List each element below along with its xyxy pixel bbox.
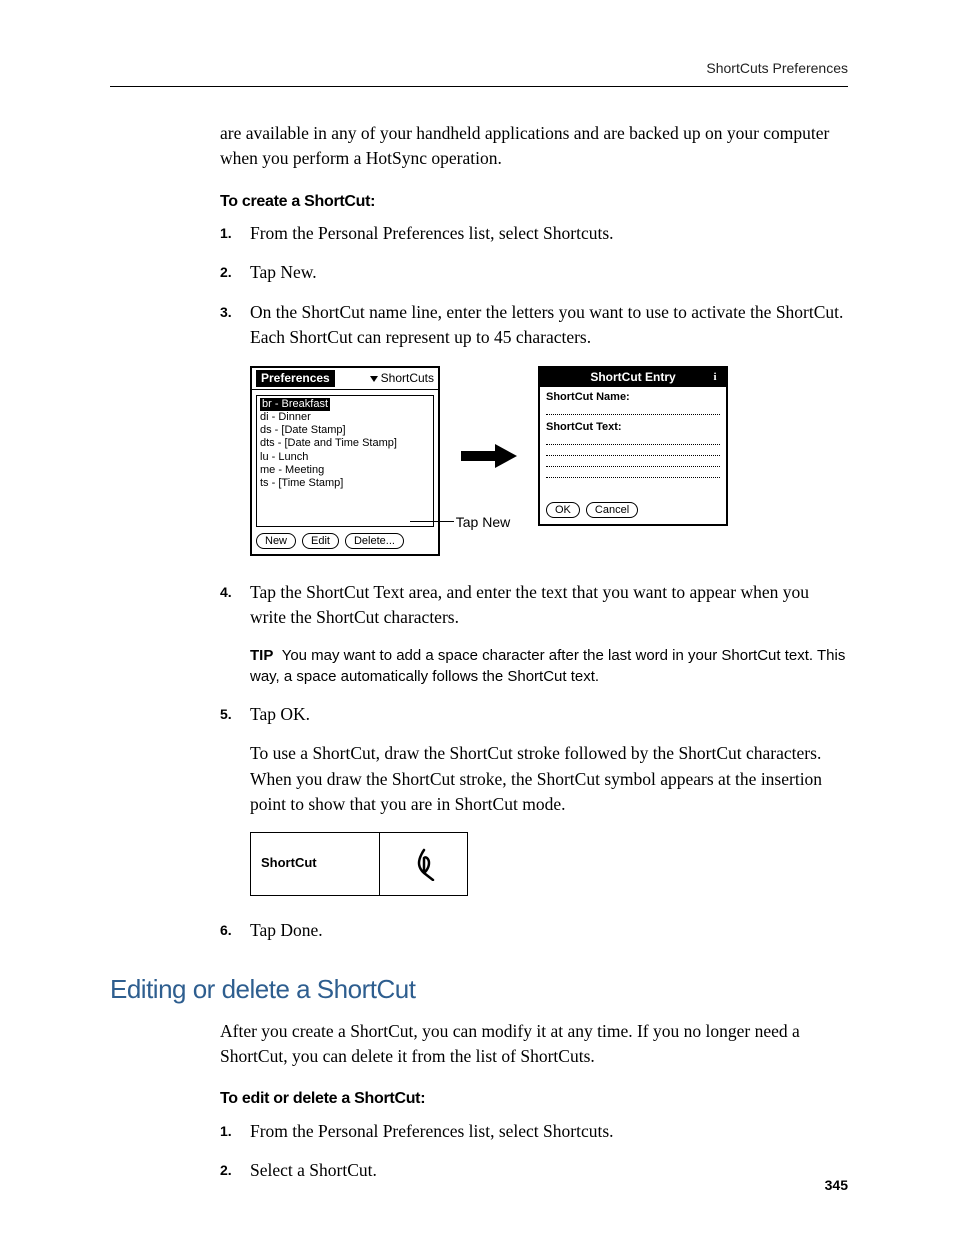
- step-number: 1.: [220, 1121, 232, 1141]
- delete-button[interactable]: Delete...: [345, 533, 404, 549]
- page: ShortCuts Preferences are available in a…: [0, 0, 954, 1235]
- tip-paragraph: TIP You may want to add a space characte…: [250, 645, 848, 689]
- step-text: Tap Done.: [250, 918, 848, 943]
- shortcut-name-label: ShortCut Name:: [546, 391, 720, 404]
- step-number: 1.: [220, 223, 232, 243]
- step-number: 4.: [220, 582, 232, 602]
- shortcut-stroke-label: ShortCut: [251, 833, 380, 895]
- callout-tap-new: Tap New: [456, 512, 510, 532]
- edit-button[interactable]: Edit: [302, 533, 339, 549]
- chevron-down-icon: [370, 376, 378, 382]
- list-item[interactable]: lu - Lunch: [260, 451, 430, 464]
- shortcut-name-input[interactable]: [546, 404, 720, 415]
- shortcut-text-label: ShortCut Text:: [546, 421, 720, 434]
- palm-menu-dropdown[interactable]: ShortCuts: [370, 371, 434, 385]
- palm-button-row: New Edit Delete...: [252, 527, 438, 554]
- step-number: 5.: [220, 704, 232, 724]
- list-item[interactable]: ts - [Time Stamp]: [260, 477, 430, 490]
- palm-titlebar: Preferences ShortCuts: [252, 368, 438, 389]
- palm-title: Preferences: [256, 370, 335, 386]
- procedure-title-edit: To edit or delete a ShortCut:: [220, 1087, 848, 1110]
- list-item[interactable]: br - Breakfast: [260, 398, 330, 411]
- entry-body: ShortCut Name: ShortCut Text:: [540, 387, 726, 478]
- section-paragraph: After you create a ShortCut, you can mod…: [220, 1019, 848, 1070]
- arrow-column: Tap New: [454, 366, 524, 532]
- header-rule: [110, 86, 848, 87]
- arrow-right-icon: [461, 444, 517, 468]
- step-text: Tap the ShortCut Text area, and enter th…: [250, 580, 848, 631]
- step-text: From the Personal Preferences list, sele…: [250, 221, 848, 246]
- step-text: Select a ShortCut.: [250, 1158, 848, 1183]
- step-text: On the ShortCut name line, enter the let…: [250, 300, 848, 351]
- steps-create: 1. From the Personal Preferences list, s…: [220, 221, 848, 943]
- shortcut-stroke-icon: [380, 833, 467, 895]
- palm-button-row: OK Cancel: [542, 496, 642, 518]
- intro-paragraph: are available in any of your handheld ap…: [220, 121, 848, 172]
- step-followup: To use a ShortCut, draw the ShortCut str…: [250, 741, 848, 817]
- tip-label: TIP: [250, 647, 273, 664]
- palm-titlebar: ShortCut Entry: [540, 368, 726, 386]
- steps-edit: 1. From the Personal Preferences list, s…: [220, 1119, 848, 1184]
- page-number: 345: [825, 1177, 848, 1193]
- shortcut-text-input[interactable]: [546, 445, 720, 456]
- shortcuts-listbox[interactable]: br - Breakfast di - Dinner ds - [Date St…: [256, 395, 434, 527]
- shortcut-text-input[interactable]: [546, 434, 720, 445]
- content-column: are available in any of your handheld ap…: [220, 121, 848, 1183]
- shortcut-text-input[interactable]: [546, 456, 720, 467]
- step-text: Tap New.: [250, 260, 848, 285]
- new-button[interactable]: New: [256, 533, 296, 549]
- procedure-title-create: To create a ShortCut:: [220, 190, 848, 213]
- cancel-button[interactable]: Cancel: [586, 502, 638, 518]
- list-item[interactable]: dts - [Date and Time Stamp]: [260, 437, 430, 450]
- shortcut-text-input[interactable]: [546, 467, 720, 478]
- step-number: 6.: [220, 920, 232, 940]
- list-item[interactable]: ds - [Date Stamp]: [260, 424, 430, 437]
- palm-menu-label: ShortCuts: [381, 371, 434, 385]
- entry-title: ShortCut Entry: [540, 368, 726, 386]
- running-header: ShortCuts Preferences: [110, 60, 848, 86]
- ok-button[interactable]: OK: [546, 502, 580, 518]
- list-item[interactable]: di - Dinner: [260, 411, 430, 424]
- shortcut-stroke-table: ShortCut: [250, 832, 468, 896]
- figure-row: Preferences ShortCuts br - Breakfast di …: [250, 366, 848, 555]
- step-number: 2.: [220, 1160, 232, 1180]
- palm-screen-preferences: Preferences ShortCuts br - Breakfast di …: [250, 366, 440, 555]
- step-text: From the Personal Preferences list, sele…: [250, 1119, 848, 1144]
- section-heading-editing: Editing or delete a ShortCut: [110, 971, 848, 1009]
- step-text: Tap OK.: [250, 702, 848, 727]
- step-number: 3.: [220, 302, 232, 322]
- step-number: 2.: [220, 262, 232, 282]
- palm-screen-entry: ShortCut Entry i ShortCut Name: ShortCut…: [538, 366, 728, 526]
- tip-text: You may want to add a space character af…: [250, 647, 845, 686]
- list-item[interactable]: me - Meeting: [260, 464, 430, 477]
